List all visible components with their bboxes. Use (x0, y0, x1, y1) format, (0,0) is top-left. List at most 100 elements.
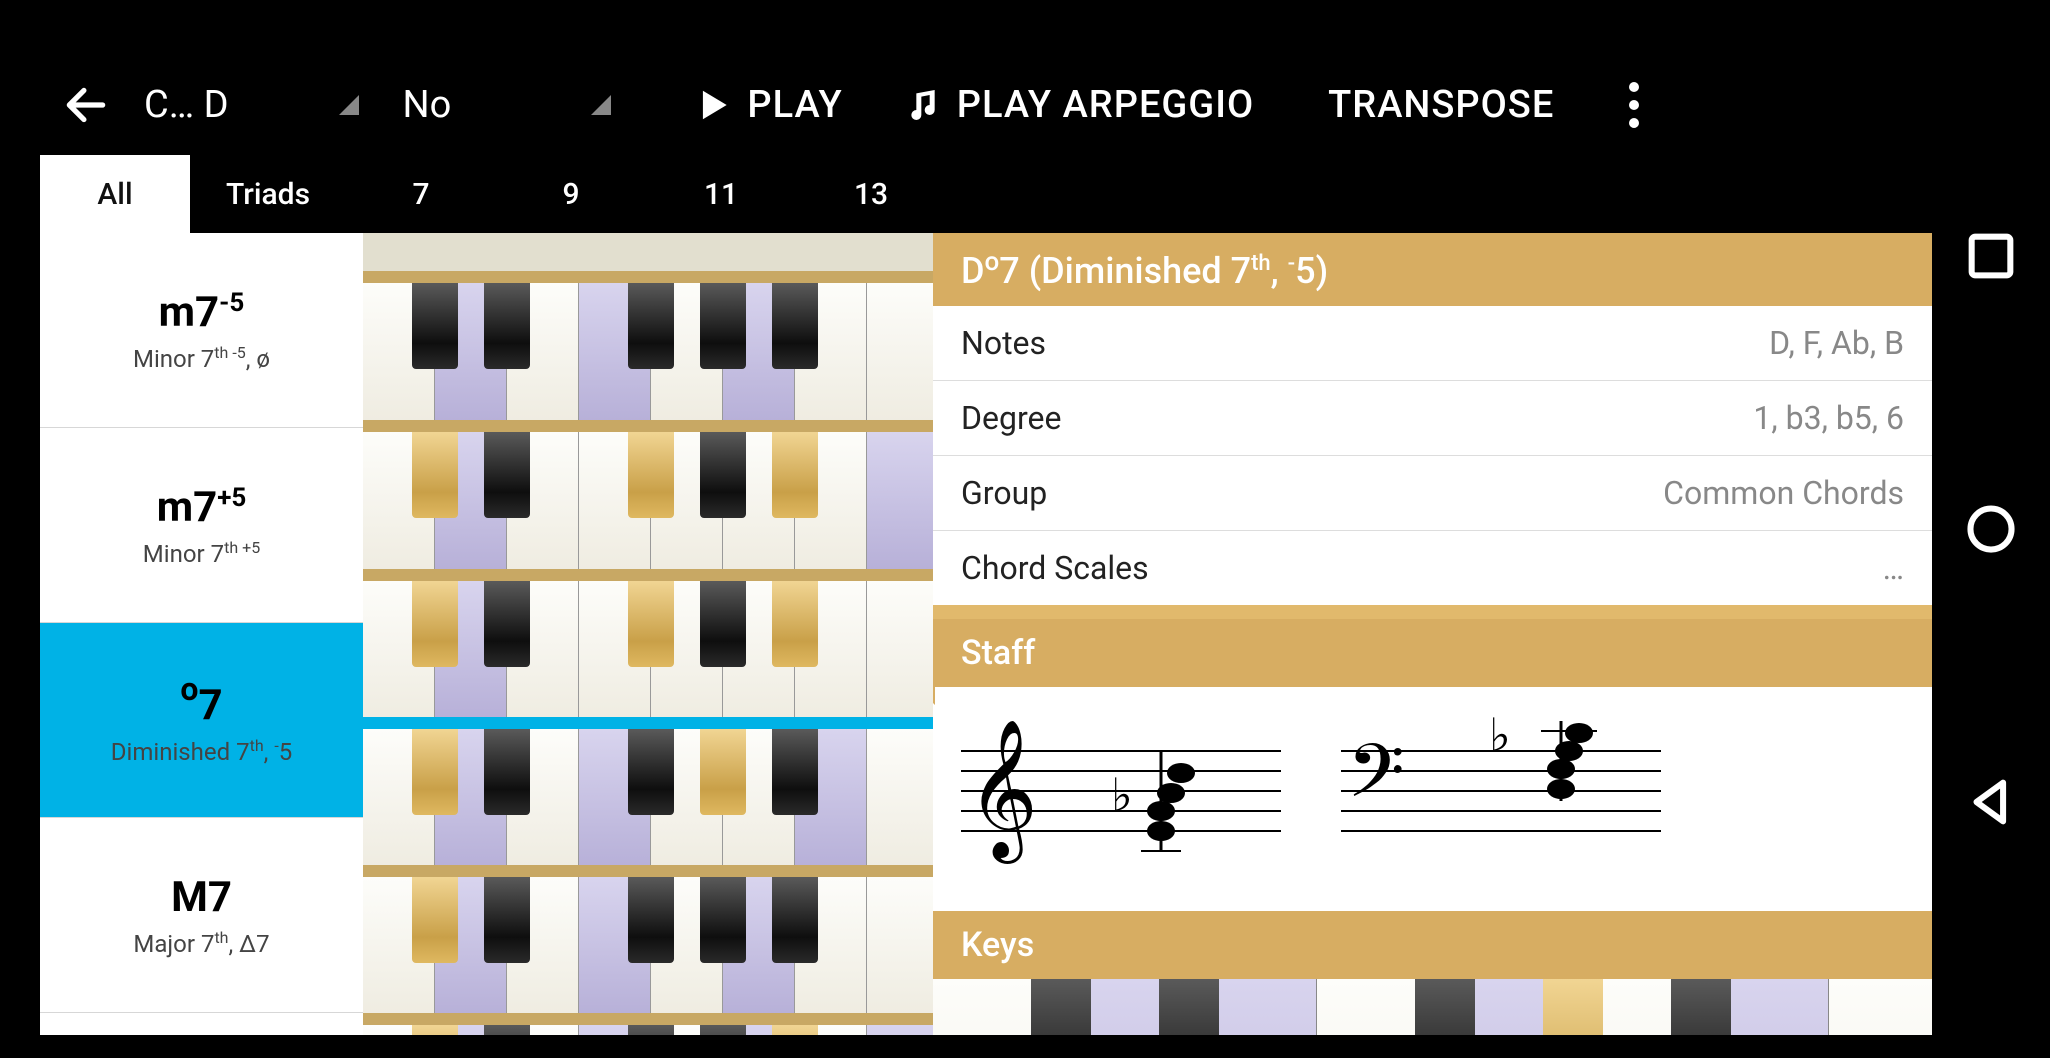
keys-header: Keys (933, 911, 1932, 979)
black-key[interactable] (772, 432, 818, 518)
black-key[interactable] (412, 729, 458, 815)
black-key[interactable] (628, 729, 674, 815)
black-key[interactable] (484, 877, 530, 963)
black-key[interactable] (700, 877, 746, 963)
white-key[interactable] (867, 877, 933, 1015)
white-key[interactable] (867, 581, 933, 719)
black-key[interactable] (484, 1025, 530, 1035)
white-key[interactable] (1829, 979, 1932, 1035)
black-key[interactable] (484, 581, 530, 667)
info-key: Notes (961, 324, 1046, 362)
letterbox-bottom (0, 1035, 2050, 1058)
black-key[interactable] (628, 877, 674, 963)
white-key[interactable] (867, 432, 933, 570)
piano-row[interactable] (363, 865, 933, 1015)
black-key[interactable] (628, 432, 674, 518)
piano-row[interactable] (363, 271, 933, 421)
divider (933, 605, 1932, 619)
black-key[interactable] (772, 1025, 818, 1035)
black-key[interactable] (628, 1025, 674, 1035)
chord-list-item[interactable]: m7+5Minor 7th +5 (40, 428, 363, 623)
black-key[interactable] (484, 283, 530, 369)
letterbox-top (0, 0, 2050, 55)
inversion-spinner[interactable]: No (403, 83, 612, 127)
black-key[interactable] (1415, 979, 1475, 1035)
black-key[interactable] (412, 877, 458, 963)
svg-text:♭: ♭ (1111, 770, 1133, 821)
play-arpeggio-button[interactable]: PLAY ARPEGGIO (903, 83, 1254, 127)
black-key[interactable] (700, 729, 746, 815)
black-key[interactable] (412, 1025, 458, 1035)
chord-spinner[interactable]: C… D (144, 83, 359, 127)
piano-row[interactable] (363, 569, 933, 719)
black-key[interactable] (412, 581, 458, 667)
chord-list-item[interactable]: o7Diminished 7th, -5 (40, 623, 363, 818)
black-key[interactable] (700, 283, 746, 369)
black-key[interactable] (772, 283, 818, 369)
info-val: D, F, Ab, B (1769, 324, 1904, 362)
black-key[interactable] (484, 729, 530, 815)
row-divider (363, 420, 933, 432)
black-key[interactable] (1543, 979, 1603, 1035)
row-divider (363, 1013, 933, 1025)
black-key[interactable] (772, 877, 818, 963)
row-divider (363, 569, 933, 581)
black-key[interactable] (412, 283, 458, 369)
overflow-menu-button[interactable] (1604, 82, 1664, 128)
chord-spinner-prefix: C… (144, 83, 194, 127)
info-row[interactable]: Group Common Chords (933, 456, 1932, 531)
black-key[interactable] (412, 432, 458, 518)
dropdown-icon (591, 95, 611, 115)
nav-recent-icon[interactable] (1962, 227, 2020, 285)
dropdown-icon (339, 95, 359, 115)
tab-13[interactable]: 13 (796, 155, 946, 233)
white-key[interactable] (867, 729, 933, 867)
play-button[interactable]: PLAY (695, 83, 842, 127)
info-row[interactable]: Degree1, b3, b5, 6 (933, 381, 1932, 456)
nav-back-icon[interactable] (1962, 773, 2020, 831)
piano-preview-column[interactable] (363, 233, 933, 1035)
white-key[interactable] (867, 1025, 933, 1035)
chord-subtitle: Minor 7th -5, ø (133, 343, 270, 373)
info-val: Common Chords (1663, 474, 1904, 512)
chord-list-item[interactable]: M7Major 7th, Δ7 (40, 818, 363, 1013)
tab-triads[interactable]: Triads (190, 155, 346, 233)
info-row[interactable]: Chord Scales… (933, 531, 1932, 605)
info-row[interactable]: Notes D, F, Ab, B (933, 306, 1932, 381)
info-key: Group (961, 474, 1047, 512)
keyboard-large[interactable] (933, 979, 1932, 1035)
svg-text:𝄞: 𝄞 (967, 721, 1038, 864)
black-key[interactable] (1031, 979, 1091, 1035)
black-key[interactable] (700, 432, 746, 518)
chord-filter-tabs: AllTriads791113 (40, 155, 1932, 233)
black-key[interactable] (1671, 979, 1731, 1035)
toolbar: C… D No PLAY PLAY ARPEGGIO TRANSPOSE (40, 55, 1932, 155)
piano-row[interactable] (363, 420, 933, 570)
piano-row[interactable] (363, 1013, 933, 1035)
nav-home-icon[interactable] (1962, 500, 2020, 558)
tab-11[interactable]: 11 (646, 155, 796, 233)
chord-list[interactable]: m7-5Minor 7th -5, øm7+5Minor 7th +5o7Dim… (40, 233, 363, 1035)
play-arp-label: PLAY ARPEGGIO (957, 83, 1254, 127)
black-key[interactable] (700, 1025, 746, 1035)
detail-pointer-icon (933, 653, 935, 705)
info-key: Chord Scales (961, 549, 1149, 587)
black-key[interactable] (484, 432, 530, 518)
transpose-button[interactable]: TRANSPOSE (1314, 83, 1554, 127)
tab-9[interactable]: 9 (496, 155, 646, 233)
white-key[interactable] (867, 283, 933, 421)
piano-row[interactable] (363, 717, 933, 867)
tab-7[interactable]: 7 (346, 155, 496, 233)
black-key[interactable] (1159, 979, 1219, 1035)
music-note-icon (903, 85, 943, 125)
black-key[interactable] (772, 729, 818, 815)
back-button[interactable] (52, 71, 120, 139)
black-key[interactable] (628, 283, 674, 369)
black-key[interactable] (700, 581, 746, 667)
row-divider (363, 717, 933, 729)
black-key[interactable] (628, 581, 674, 667)
chord-list-item[interactable]: m7-5Minor 7th -5, ø (40, 233, 363, 428)
android-nav-bar (1932, 0, 2050, 1058)
black-key[interactable] (772, 581, 818, 667)
tab-all[interactable]: All (40, 155, 190, 233)
